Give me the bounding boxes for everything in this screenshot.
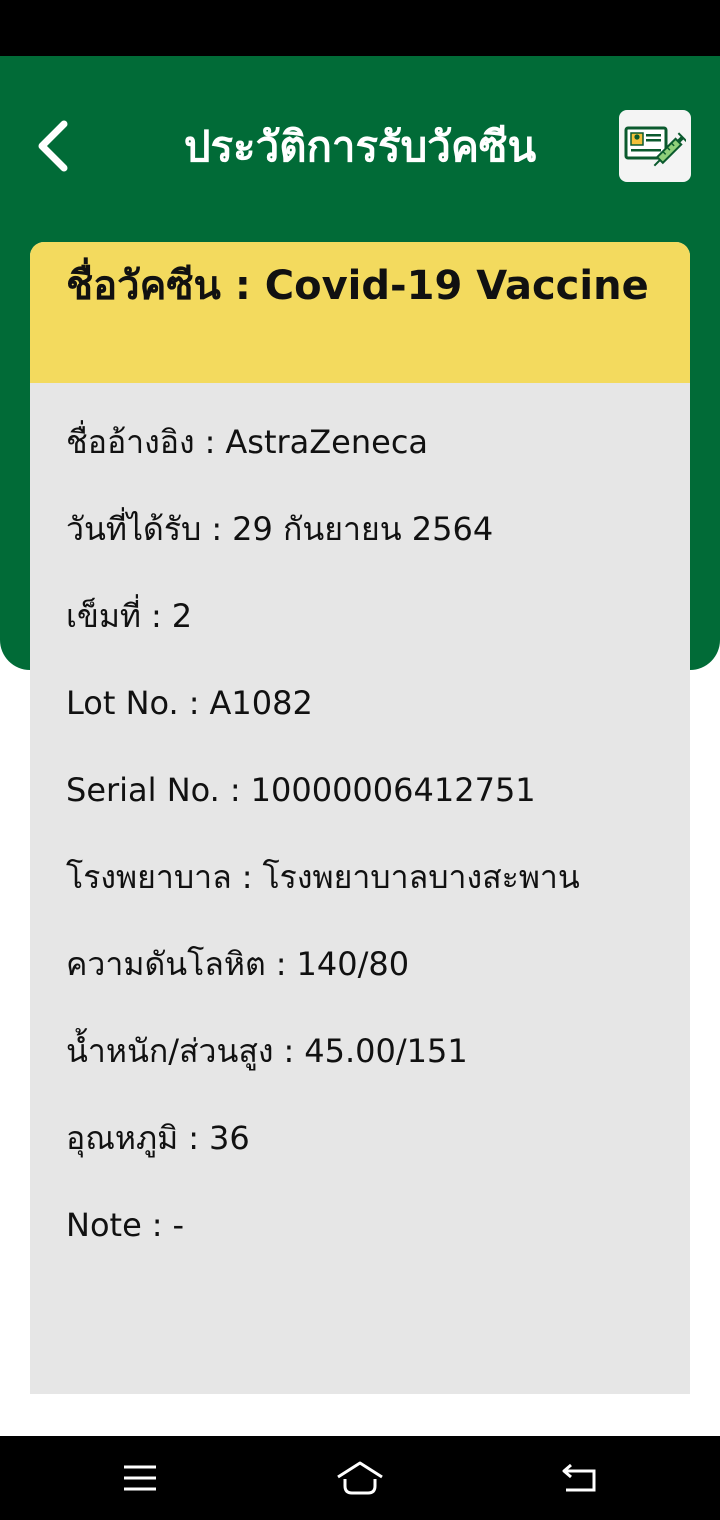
- field-value: AstraZeneca: [225, 423, 429, 461]
- field-blood-pressure: ความดันโลหิต:140/80: [66, 945, 410, 983]
- field-value: 36: [208, 1119, 250, 1157]
- field-temperature: อุณหภูมิ:36: [66, 1119, 250, 1157]
- field-value: 140/80: [296, 945, 410, 983]
- vaccine-name-title: ชื่อวัคซีน : Covid-19 Vaccine: [66, 248, 666, 324]
- field-date-received: วันที่ได้รับ:29 กันยายน 2564: [66, 510, 494, 548]
- field-value: 10000006412751: [250, 771, 536, 809]
- vaccine-record-card: ชื่อวัคซีน : Covid-19 Vaccine ชื่ออ้างอิ…: [30, 242, 690, 1394]
- field-label: ความดันโลหิต: [66, 945, 266, 983]
- field-label: เข็มที่: [66, 597, 141, 635]
- nav-back-button[interactable]: [540, 1450, 620, 1506]
- field-dose-number: เข็มที่:2: [66, 597, 193, 635]
- nav-home-button[interactable]: [320, 1450, 400, 1506]
- screen: ประวัติการรับวัคซีน ชื่อวัคซีน : Covid-1…: [0, 0, 720, 1520]
- field-lot-no: Lot No.: A1082: [66, 684, 313, 722]
- back-icon: [562, 1463, 596, 1492]
- field-value: โรงพยาบาลบางสะพาน: [262, 858, 580, 896]
- field-label: Note: [66, 1206, 142, 1244]
- status-bar: [0, 0, 720, 56]
- vaccine-card-button[interactable]: [619, 110, 691, 182]
- field-value: 29 กันยายน 2564: [232, 510, 494, 548]
- card-header: ชื่อวัคซีน : Covid-19 Vaccine: [30, 242, 690, 383]
- back-button[interactable]: [22, 108, 82, 184]
- field-serial-no: Serial No.:10000006412751: [66, 771, 536, 809]
- field-label: โรงพยาบาล: [66, 858, 232, 896]
- field-hospital: โรงพยาบาล: โรงพยาบาลบางสะพาน: [66, 858, 580, 896]
- field-reference-name: ชื่ออ้างอิง: AstraZeneca: [66, 423, 429, 461]
- home-icon: [337, 1461, 383, 1495]
- field-weight-height: น้ำหนัก/ส่วนสูง:45.00/151: [66, 1032, 468, 1070]
- field-label: วันที่ได้รับ: [66, 510, 202, 548]
- field-label: Lot No.: [66, 684, 179, 722]
- card-body: ชื่ออ้างอิง: AstraZeneca วันที่ได้รับ:29 …: [30, 383, 690, 1264]
- field-note: Note: -: [66, 1206, 185, 1244]
- vaccine-certificate-syringe-icon: [624, 126, 686, 167]
- field-label: อุณหภูมิ: [66, 1119, 179, 1157]
- page-title: ประวัติการรับวัคซีน: [183, 122, 537, 171]
- menu-icon: [124, 1465, 156, 1491]
- vaccine-name-label: ชื่อวัคซีน: [66, 263, 221, 309]
- navigation-bar: [0, 1436, 720, 1520]
- field-label: น้ำหนัก/ส่วนสูง: [66, 1032, 274, 1070]
- vaccine-name-value: Covid-19 Vaccine: [264, 263, 649, 309]
- field-label: Serial No.: [66, 771, 220, 809]
- field-value: A1082: [209, 684, 313, 722]
- field-value: 45.00/151: [304, 1032, 468, 1070]
- field-value: 2: [171, 597, 193, 635]
- chevron-left-icon: [38, 120, 68, 172]
- field-label: ชื่ออ้างอิง: [66, 423, 195, 461]
- nav-menu-button[interactable]: [100, 1450, 180, 1506]
- separator: :: [220, 263, 265, 309]
- field-value: -: [172, 1206, 185, 1244]
